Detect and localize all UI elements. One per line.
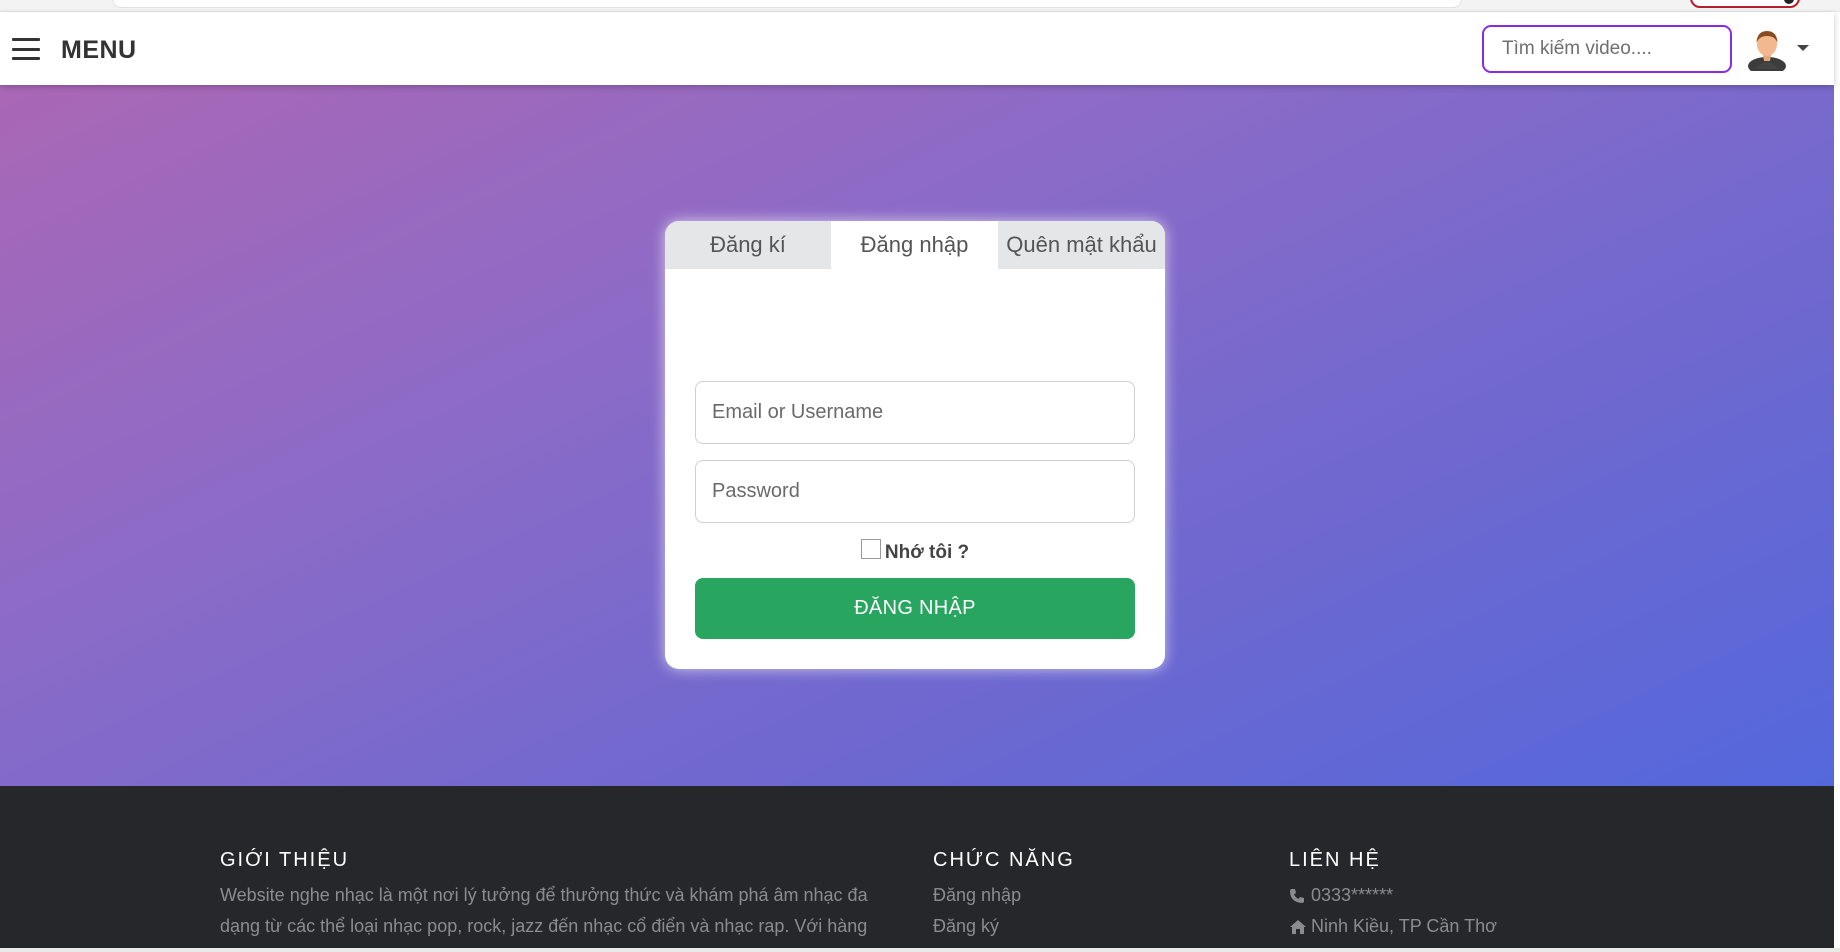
top-toggle[interactable] (1690, 0, 1800, 8)
tab-forgot-password[interactable]: Quên mật khẩu (998, 221, 1165, 269)
contact-address: Ninh Kiều, TP Cần Thơ (1289, 911, 1689, 942)
tab-register[interactable]: Đăng kí (665, 221, 831, 269)
footer-about-text: Website nghe nhạc là một nơi lý tưởng để… (220, 885, 868, 936)
address-bar-edge (112, 0, 1462, 8)
footer-link-register[interactable]: Đăng ký (933, 911, 1233, 942)
search-input[interactable] (1482, 25, 1732, 73)
footer: GIỚI THIỆU Website nghe nhạc là một nơi … (0, 786, 1834, 952)
remember-checkbox[interactable] (860, 539, 881, 559)
home-icon (1289, 919, 1311, 935)
password-field[interactable] (695, 460, 1135, 523)
menu-label[interactable]: MENU (61, 36, 137, 65)
footer-about-title: GIỚI THIỆU (220, 849, 350, 871)
page: MENU Đăng kí Đăng nhập Quên mật khẩu Nhớ… (0, 0, 1840, 952)
toggle-knob (1784, 0, 1794, 4)
footer-features: CHỨC NĂNG Đăng nhập Đăng ký (933, 846, 1233, 942)
footer-about: GIỚI THIỆU Website nghe nhạc là một nơi … (220, 846, 900, 942)
phone-icon (1289, 888, 1311, 904)
hamburger-line (12, 38, 40, 41)
footer-link-login[interactable]: Đăng nhập (933, 880, 1233, 911)
auth-card: Đăng kí Đăng nhập Quên mật khẩu Nhớ tôi … (665, 221, 1165, 669)
scrollbar-track[interactable] (1834, 12, 1840, 952)
browser-top-strip (0, 0, 1840, 12)
footer-features-title: CHỨC NĂNG (933, 849, 1075, 871)
navbar: MENU (0, 12, 1834, 85)
contact-phone: 0333****** (1289, 880, 1689, 911)
window-bottom-edge (0, 948, 1840, 952)
login-button[interactable]: ĐĂNG NHẬP (695, 578, 1135, 639)
tab-login[interactable]: Đăng nhập (831, 221, 998, 269)
contact-phone-text: 0333****** (1311, 885, 1394, 905)
remember-me: Nhớ tôi ? (665, 539, 1165, 567)
footer-contact-title: LIÊN HỆ (1289, 849, 1381, 871)
contact-address-text: Ninh Kiều, TP Cần Thơ (1311, 916, 1497, 936)
auth-tabs: Đăng kí Đăng nhập Quên mật khẩu (665, 221, 1165, 269)
avatar-icon[interactable] (1744, 25, 1790, 71)
footer-contact: LIÊN HỆ 0333****** Ninh Kiều, TP Cần Thơ (1289, 846, 1689, 942)
remember-label[interactable]: Nhớ tôi ? (885, 542, 969, 564)
hamburger-icon[interactable] (12, 35, 40, 63)
hamburger-line (12, 47, 40, 51)
email-field[interactable] (695, 381, 1135, 444)
caret-down-icon[interactable] (1797, 45, 1809, 51)
hamburger-line (12, 57, 40, 60)
